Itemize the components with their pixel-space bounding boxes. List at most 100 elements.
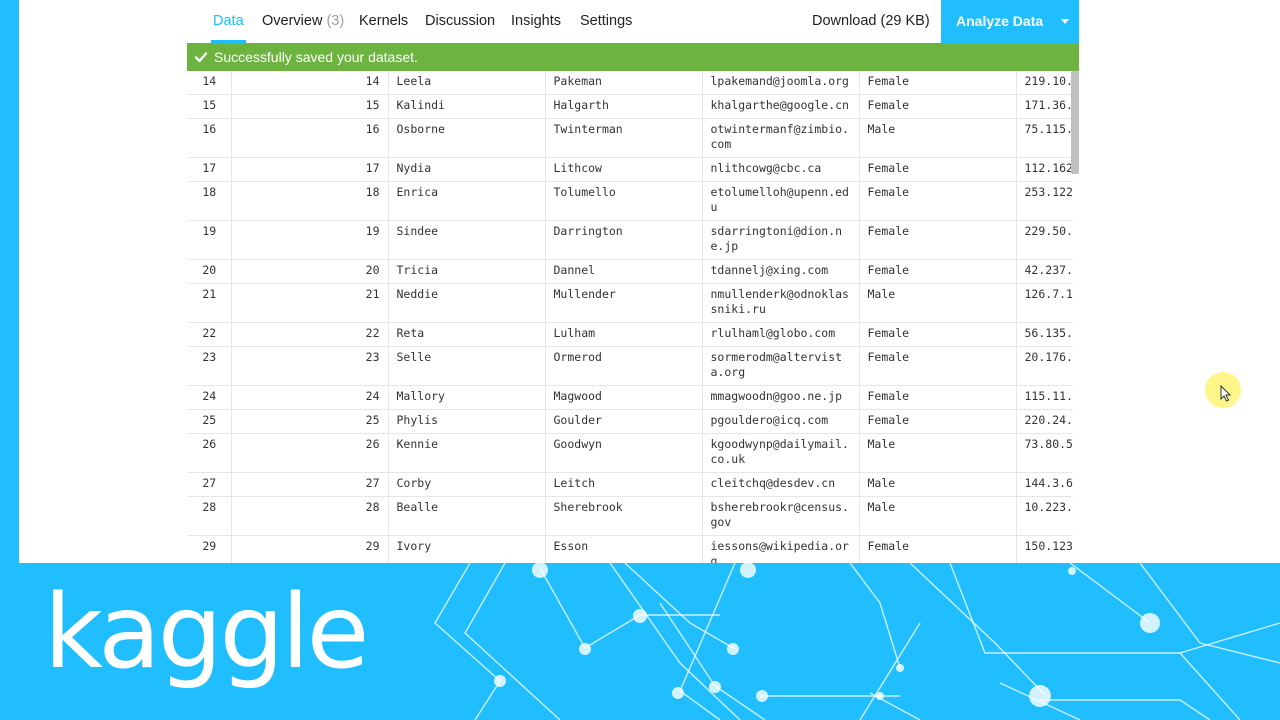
last-name-cell: Halgarth — [544, 94, 702, 119]
gender-cell: Male — [858, 472, 1016, 497]
table-row: 20 20 Tricia Dannel tdannelj@xing.com Female 4… — [188, 259, 1073, 284]
table-row: 28 28 Bealle Sherebrook bsherebrookr@census.… — [188, 496, 1073, 536]
id-cell: 26 — [230, 433, 388, 473]
tab-insights[interactable]: Insights — [511, 0, 561, 43]
id-cell: 23 — [230, 346, 388, 386]
alert-message: Successfully saved your dataset. — [214, 49, 418, 65]
tab-settings[interactable]: Settings — [580, 0, 632, 43]
tab-overview-count: (3) — [326, 13, 345, 29]
tab-kernels-label: Kernels — [359, 13, 409, 29]
tab-settings-label: Settings — [580, 13, 633, 29]
gender-cell: Female — [858, 346, 1016, 386]
gender-cell: Female — [858, 322, 1016, 347]
last-name-cell: Lithcow — [544, 157, 702, 182]
email-cell: iessons@wikipedia.org — [701, 535, 859, 563]
ip-address-cell: 42.237. — [1015, 259, 1073, 284]
row-index-cell: 17 — [188, 157, 231, 182]
email-cell: sdarringtoni@dion.ne.jp — [701, 220, 859, 260]
data-preview-table: 14 14 Leela Pakeman lpakemand@joomla.org Fema… — [188, 71, 1073, 563]
download-button[interactable]: Download (29 KB) — [812, 0, 930, 43]
ip-address-cell: 20.176. — [1015, 346, 1073, 386]
table-row: 19 19 Sindee Darrington sdarringtoni@dion.ne… — [188, 220, 1073, 260]
last-name-cell: Mullender — [544, 283, 702, 323]
row-index-cell: 21 — [188, 283, 231, 323]
row-index-cell: 28 — [188, 496, 231, 536]
row-index-cell: 25 — [188, 409, 231, 434]
row-index-cell: 19 — [188, 220, 231, 260]
table-row: 14 14 Leela Pakeman lpakemand@joomla.org Fema… — [188, 71, 1073, 95]
ip-address-cell: 75.115. — [1015, 118, 1073, 158]
table-row: 21 21 Neddie Mullender nmullenderk@odnoklass… — [188, 283, 1073, 323]
table-scrollbar[interactable] — [1071, 71, 1079, 174]
email-cell: khalgarthe@google.cn — [701, 94, 859, 119]
first-name-cell: Mallory — [387, 385, 545, 410]
id-cell: 14 — [230, 71, 388, 95]
table-row: 18 18 Enrica Tolumello etolumelloh@upenn.edu… — [188, 181, 1073, 221]
table-row: 29 29 Ivory Esson iessons@wikipedia.org Femal… — [188, 535, 1073, 563]
email-cell: rlulhaml@globo.com — [701, 322, 859, 347]
tab-overview[interactable]: Overview (3) — [262, 0, 344, 43]
email-cell: cleitchq@desdev.cn — [701, 472, 859, 497]
tab-data-label: Data — [213, 13, 244, 29]
id-cell: 20 — [230, 259, 388, 284]
table-row: 26 26 Kennie Goodwyn kgoodwynp@dailymail.co.… — [188, 433, 1073, 473]
row-index-cell: 14 — [188, 71, 231, 95]
last-name-cell: Tolumello — [544, 181, 702, 221]
id-cell: 19 — [230, 220, 388, 260]
id-cell: 27 — [230, 472, 388, 497]
last-name-cell: Goulder — [544, 409, 702, 434]
first-name-cell: Kennie — [387, 433, 545, 473]
first-name-cell: Tricia — [387, 259, 545, 284]
row-index-cell: 18 — [188, 181, 231, 221]
id-cell: 24 — [230, 385, 388, 410]
gender-cell: Female — [858, 409, 1016, 434]
chevron-down-icon[interactable] — [1061, 19, 1069, 24]
ip-address-cell: 229.50. — [1015, 220, 1073, 260]
email-cell: lpakemand@joomla.org — [701, 71, 859, 95]
kaggle-logo: kaggle — [44, 568, 369, 698]
success-alert: Successfully saved your dataset. — [187, 43, 1079, 71]
gender-cell: Female — [858, 71, 1016, 95]
email-cell: kgoodwynp@dailymail.co.uk — [701, 433, 859, 473]
analyze-data-label: Analyze Data — [956, 13, 1044, 29]
id-cell: 25 — [230, 409, 388, 434]
cursor-highlight — [1205, 372, 1241, 408]
mouse-pointer-icon — [1220, 385, 1231, 402]
last-name-cell: Lulham — [544, 322, 702, 347]
gender-cell: Male — [858, 118, 1016, 158]
email-cell: etolumelloh@upenn.edu — [701, 181, 859, 221]
row-index-cell: 26 — [188, 433, 231, 473]
row-index-cell: 15 — [188, 94, 231, 119]
tab-kernels[interactable]: Kernels — [359, 0, 408, 43]
ip-address-cell: 112.162 — [1015, 157, 1073, 182]
ip-address-cell: 56.135. — [1015, 322, 1073, 347]
gender-cell: Female — [858, 220, 1016, 260]
tab-data[interactable]: Data — [211, 0, 246, 43]
last-name-cell: Twinterman — [544, 118, 702, 158]
table-row: 25 25 Phylis Goulder pgouldero@icq.com Female… — [188, 409, 1073, 434]
first-name-cell: Leela — [387, 71, 545, 95]
gender-cell: Female — [858, 157, 1016, 182]
gender-cell: Female — [858, 259, 1016, 284]
analyze-data-button[interactable]: Analyze Data — [941, 0, 1079, 43]
browser-viewport: Data Overview (3) Kernels Discussion Ins… — [19, 0, 1280, 563]
id-cell: 29 — [230, 535, 388, 563]
last-name-cell: Dannel — [544, 259, 702, 284]
first-name-cell: Corby — [387, 472, 545, 497]
tab-discussion-label: Discussion — [425, 13, 496, 29]
ip-address-cell: 73.80.5 — [1015, 433, 1073, 473]
id-cell: 16 — [230, 118, 388, 158]
table-row: 27 27 Corby Leitch cleitchq@desdev.cn Male 144… — [188, 472, 1073, 497]
row-index-cell: 16 — [188, 118, 231, 158]
tab-overview-label: Overview — [262, 13, 323, 29]
ip-address-cell: 253.122 — [1015, 181, 1073, 221]
last-name-cell: Esson — [544, 535, 702, 563]
last-name-cell: Leitch — [544, 472, 702, 497]
tab-discussion[interactable]: Discussion — [425, 0, 495, 43]
gender-cell: Male — [858, 433, 1016, 473]
id-cell: 18 — [230, 181, 388, 221]
last-name-cell: Goodwyn — [544, 433, 702, 473]
ip-address-cell: 219.10. — [1015, 71, 1073, 95]
first-name-cell: Neddie — [387, 283, 545, 323]
row-index-cell: 23 — [188, 346, 231, 386]
